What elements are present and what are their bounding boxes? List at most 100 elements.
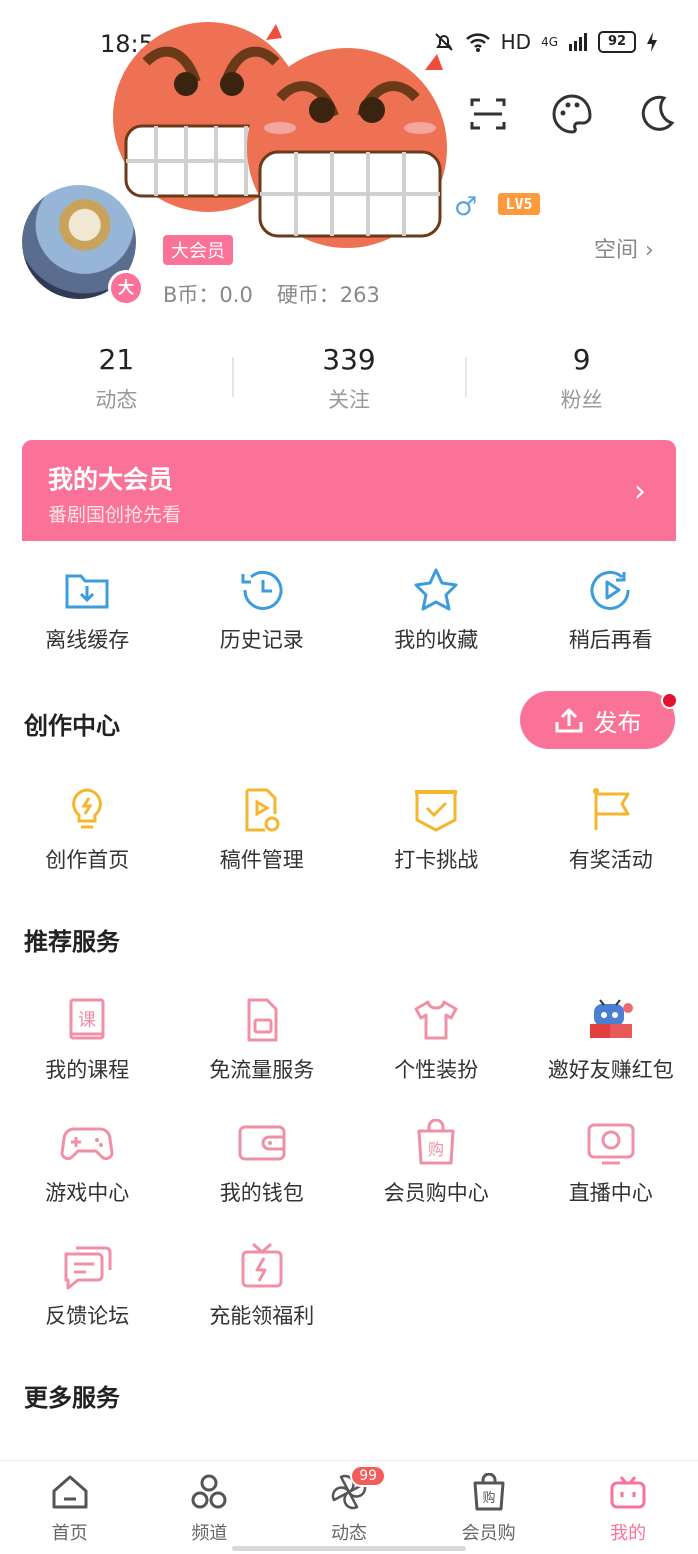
tab-label: 我的 xyxy=(558,1519,698,1545)
svg-text:购: 购 xyxy=(482,1490,495,1506)
tab-label: 首页 xyxy=(0,1519,140,1545)
stat-label: 关注 xyxy=(233,384,466,414)
service-label: 我的课程 xyxy=(0,1054,175,1084)
stat-following[interactable]: 339 关注 xyxy=(233,343,466,414)
tab-label: 会员购 xyxy=(419,1519,559,1545)
tab-channel[interactable]: 频道 xyxy=(140,1461,280,1554)
creation-label: 打卡挑战 xyxy=(349,844,524,874)
service-member-shop[interactable]: 购 会员购中心 xyxy=(349,1119,524,1207)
service-label: 充能领福利 xyxy=(175,1300,350,1330)
quick-watch-later[interactable]: 稍后再看 xyxy=(524,566,698,654)
quick-label: 稍后再看 xyxy=(524,624,698,654)
quick-favorites[interactable]: 我的收藏 xyxy=(349,566,524,654)
coin-balance[interactable]: 硬币：263 xyxy=(277,279,380,309)
service-game-center[interactable]: 游戏中心 xyxy=(0,1119,175,1207)
creation-events[interactable]: 有奖活动 xyxy=(524,786,698,874)
quick-history[interactable]: 历史记录 xyxy=(175,566,350,654)
battery-level: 92 xyxy=(598,31,636,53)
stat-number: 9 xyxy=(465,343,698,376)
recommend-row-1: 课 我的课程 免流量服务 个性装扮 邀好友赚红包 xyxy=(0,996,698,1084)
stat-label: 动态 xyxy=(0,384,233,414)
bottom-tab-bar: 首页 频道 动态 99 购 会员购 我的 xyxy=(0,1460,698,1554)
service-label: 个性装扮 xyxy=(349,1054,524,1084)
service-feedback-forum[interactable]: 反馈论坛 xyxy=(0,1242,175,1330)
night-mode-icon[interactable] xyxy=(634,92,678,136)
stat-number: 339 xyxy=(233,343,466,376)
creation-check-in[interactable]: 打卡挑战 xyxy=(349,786,524,874)
channel-icon xyxy=(189,1473,229,1511)
quick-label: 我的收藏 xyxy=(349,624,524,654)
mascot-icon xyxy=(584,996,638,1044)
publish-button[interactable]: 发布 xyxy=(520,691,675,749)
service-live-center[interactable]: 直播中心 xyxy=(524,1119,698,1207)
home-indicator[interactable] xyxy=(232,1546,466,1551)
wallet-icon xyxy=(235,1119,289,1167)
stat-dynamics[interactable]: 21 动态 xyxy=(0,343,233,414)
upload-icon xyxy=(554,706,584,734)
stat-label: 粉丝 xyxy=(465,384,698,414)
signal-icon xyxy=(568,32,588,52)
service-my-courses[interactable]: 课 我的课程 xyxy=(0,996,175,1084)
service-label: 游戏中心 xyxy=(0,1177,175,1207)
bcoin-balance[interactable]: B币：0.0 xyxy=(163,279,253,309)
notification-dot xyxy=(661,692,678,709)
tab-label: 动态 xyxy=(279,1519,419,1545)
lightbulb-icon xyxy=(62,786,112,834)
section-title-recommend: 推荐服务 xyxy=(24,922,120,957)
angry-face-sticker xyxy=(240,38,455,253)
vip-banner-title: 我的大会员 xyxy=(48,460,173,496)
creation-label: 有奖活动 xyxy=(524,844,698,874)
quick-offline-cache[interactable]: 离线缓存 xyxy=(0,566,175,654)
tab-dynamics[interactable]: 动态 99 xyxy=(279,1461,419,1554)
creation-home[interactable]: 创作首页 xyxy=(0,786,175,874)
service-invite-friends[interactable]: 邀好友赚红包 xyxy=(524,996,698,1084)
service-label: 会员购中心 xyxy=(349,1177,524,1207)
chevron-right-icon: › xyxy=(634,474,646,509)
check-in-icon xyxy=(411,786,461,834)
publish-label: 发布 xyxy=(594,703,642,738)
service-label: 直播中心 xyxy=(524,1177,698,1207)
tab-member-shop[interactable]: 购 会员购 xyxy=(419,1461,559,1554)
vip-banner-subtitle: 番剧国创抢先看 xyxy=(48,500,181,527)
tab-mine[interactable]: 我的 xyxy=(558,1461,698,1554)
level-badge: LV5 xyxy=(498,193,540,215)
divider xyxy=(465,357,467,397)
vip-tag[interactable]: 大会员 xyxy=(163,235,233,265)
creation-grid: 创作首页 稿件管理 打卡挑战 有奖活动 xyxy=(0,786,698,874)
charge-gift-icon xyxy=(237,1242,287,1290)
theme-palette-icon[interactable] xyxy=(550,92,594,136)
quick-label: 离线缓存 xyxy=(0,624,175,654)
gender-male-icon: ♂ xyxy=(454,192,477,222)
svg-text:购: 购 xyxy=(428,1140,444,1159)
vip-banner[interactable]: 我的大会员 番剧国创抢先看 › xyxy=(22,440,676,541)
scan-icon[interactable] xyxy=(466,92,510,136)
stat-fans[interactable]: 9 粉丝 xyxy=(465,343,698,414)
creation-label: 创作首页 xyxy=(0,844,175,874)
wifi-icon xyxy=(465,31,491,53)
service-dress-up[interactable]: 个性装扮 xyxy=(349,996,524,1084)
history-clock-icon xyxy=(237,566,287,614)
svg-text:课: 课 xyxy=(78,1010,96,1031)
cell-type: 4G xyxy=(541,35,558,49)
star-icon xyxy=(411,566,461,614)
section-title-more: 更多服务 xyxy=(24,1378,120,1413)
download-folder-icon xyxy=(62,566,112,614)
service-label: 免流量服务 xyxy=(175,1054,350,1084)
tab-home[interactable]: 首页 xyxy=(0,1461,140,1554)
service-free-data[interactable]: 免流量服务 xyxy=(175,996,350,1084)
notification-badge: 99 xyxy=(350,1465,386,1487)
gamepad-icon xyxy=(60,1119,114,1167)
feedback-chat-icon xyxy=(60,1242,114,1290)
watch-later-icon xyxy=(586,566,636,614)
space-link[interactable]: 空间 › xyxy=(594,232,654,264)
recommend-row-2: 游戏中心 我的钱包 购 会员购中心 直播中心 xyxy=(0,1119,698,1207)
divider xyxy=(232,357,234,397)
service-wallet[interactable]: 我的钱包 xyxy=(175,1119,350,1207)
service-label: 反馈论坛 xyxy=(0,1300,175,1330)
service-charge-gift[interactable]: 充能领福利 xyxy=(175,1242,350,1330)
status-icons: HD 4G 92 xyxy=(433,30,658,54)
creation-manuscripts[interactable]: 稿件管理 xyxy=(175,786,350,874)
tshirt-icon xyxy=(411,996,461,1044)
live-tv-icon xyxy=(584,1119,638,1167)
quick-actions: 离线缓存 历史记录 我的收藏 稍后再看 xyxy=(0,566,698,654)
